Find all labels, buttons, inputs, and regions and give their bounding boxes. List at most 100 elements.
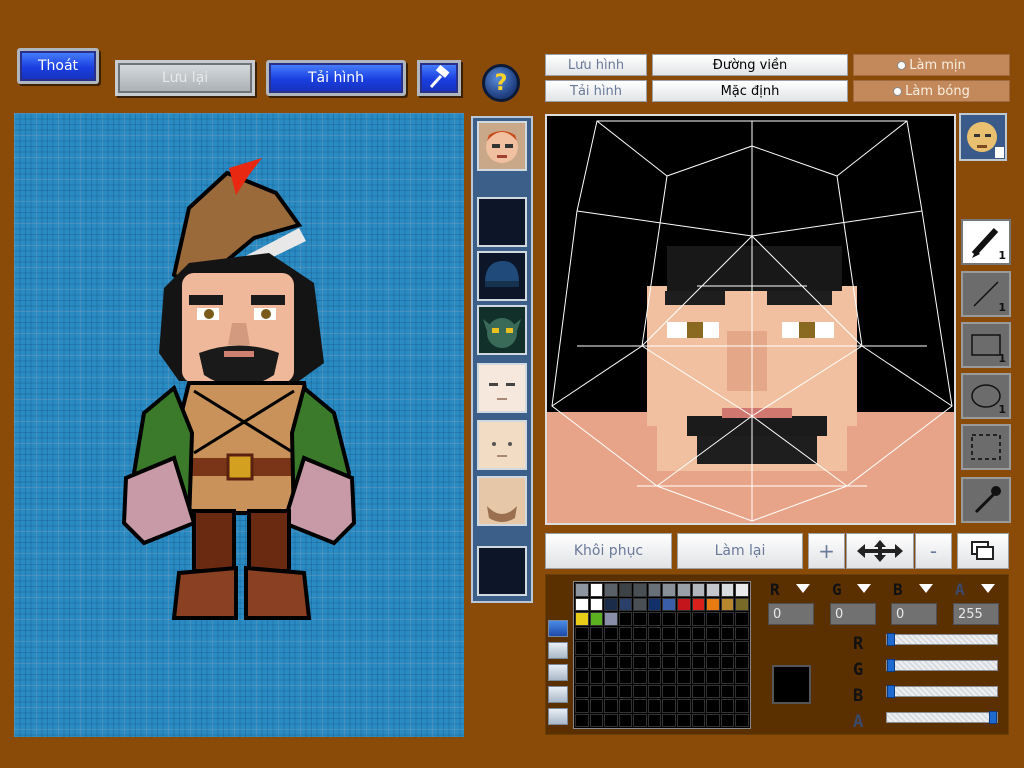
palette-cell[interactable] (633, 699, 647, 713)
palette-cell[interactable] (691, 612, 706, 626)
palette-cell[interactable] (662, 626, 677, 640)
pen-tool[interactable]: 1 (961, 219, 1011, 265)
palette-cell[interactable] (575, 612, 589, 626)
palette-tab-5[interactable] (548, 708, 568, 725)
palette-cell[interactable] (589, 655, 604, 669)
palette-cell[interactable] (691, 655, 706, 669)
palette-cell[interactable] (575, 655, 589, 669)
a-slider[interactable] (886, 711, 998, 724)
palette-cell[interactable] (618, 699, 633, 713)
b-slider-thumb[interactable] (887, 685, 895, 698)
palette-cell[interactable] (575, 626, 589, 640)
palette-cell[interactable] (735, 597, 749, 611)
palette-cell[interactable] (647, 655, 662, 669)
palette-cell[interactable] (604, 641, 618, 655)
palette-cell[interactable] (633, 670, 647, 684)
palette-cell[interactable] (706, 641, 720, 655)
character-preview[interactable] (14, 113, 464, 737)
r-slider[interactable] (886, 633, 998, 646)
palette-cell[interactable] (662, 684, 677, 698)
palette-cell[interactable] (604, 713, 618, 727)
palette-cell[interactable] (589, 670, 604, 684)
palette-cell[interactable] (720, 641, 735, 655)
save-image-button[interactable]: Lưu hình (545, 54, 647, 76)
palette-cell[interactable] (735, 684, 749, 698)
palette-cell[interactable] (633, 641, 647, 655)
palette-cell[interactable] (589, 684, 604, 698)
palette-cell[interactable] (662, 583, 677, 597)
rectangle-tool[interactable]: 1 (961, 322, 1011, 368)
palette-cell[interactable] (647, 641, 662, 655)
palette-cell[interactable] (706, 597, 720, 611)
thumb-face-beard[interactable] (477, 476, 527, 526)
palette-cell[interactable] (677, 655, 691, 669)
palette-cell[interactable] (604, 670, 618, 684)
palette-cell[interactable] (706, 699, 720, 713)
palette-cell[interactable] (604, 626, 618, 640)
palette-cell[interactable] (677, 583, 691, 597)
palette-cell[interactable] (735, 699, 749, 713)
thumb-empty-2[interactable] (477, 546, 527, 596)
r-value-field[interactable]: 0 (768, 603, 814, 625)
palette-cell[interactable] (691, 670, 706, 684)
restore-button[interactable]: Khôi phục (545, 533, 672, 569)
palette-cell[interactable] (575, 597, 589, 611)
palette-cell[interactable] (575, 641, 589, 655)
palette-cell[interactable] (662, 612, 677, 626)
current-part-thumbnail[interactable] (959, 113, 1007, 161)
palette-cell[interactable] (735, 670, 749, 684)
palette-cell[interactable] (618, 655, 633, 669)
palette-cell[interactable] (662, 670, 677, 684)
palette-cell[interactable] (720, 684, 735, 698)
palette-cell[interactable] (618, 684, 633, 698)
palette-cell[interactable] (589, 626, 604, 640)
palette-cell[interactable] (618, 713, 633, 727)
save-button[interactable]: Lưu lại (115, 60, 255, 96)
thumb-hero-face[interactable] (477, 121, 527, 171)
palette-cell[interactable] (618, 612, 633, 626)
g-value-field[interactable]: 0 (830, 603, 876, 625)
palette-cell[interactable] (618, 626, 633, 640)
palette-cell[interactable] (720, 626, 735, 640)
palette-cell[interactable] (647, 626, 662, 640)
palette-cell[interactable] (677, 597, 691, 611)
palette-cell[interactable] (720, 655, 735, 669)
hammer-button[interactable] (417, 60, 461, 96)
palette-cell[interactable] (662, 699, 677, 713)
palette-cell[interactable] (633, 713, 647, 727)
exit-button[interactable]: Thoát (17, 48, 99, 84)
selection-tool[interactable] (961, 424, 1011, 470)
palette-cell[interactable] (735, 655, 749, 669)
palette-cell[interactable] (677, 699, 691, 713)
palette-cell[interactable] (662, 713, 677, 727)
palette-cell[interactable] (604, 612, 618, 626)
palette-cell[interactable] (706, 612, 720, 626)
palette-cell[interactable] (662, 641, 677, 655)
r-dropdown-icon[interactable] (796, 584, 810, 593)
palette-cell[interactable] (589, 641, 604, 655)
palette-cell[interactable] (691, 684, 706, 698)
line-tool[interactable]: 1 (961, 271, 1011, 317)
palette-cell[interactable] (589, 583, 604, 597)
layer-button[interactable] (957, 533, 1009, 569)
palette-cell[interactable] (735, 626, 749, 640)
palette-cell[interactable] (677, 612, 691, 626)
palette-cell[interactable] (735, 713, 749, 727)
palette-cell[interactable] (618, 597, 633, 611)
palette-cell[interactable] (647, 670, 662, 684)
palette-cell[interactable] (589, 597, 604, 611)
palette-cell[interactable] (720, 699, 735, 713)
thumb-empty-1[interactable] (477, 197, 527, 247)
palette-cell[interactable] (647, 713, 662, 727)
palette-cell[interactable] (691, 641, 706, 655)
palette-cell[interactable] (706, 583, 720, 597)
palette-cell[interactable] (735, 641, 749, 655)
palette-cell[interactable] (677, 641, 691, 655)
palette-tab-1[interactable] (548, 620, 568, 637)
palette-cell[interactable] (647, 583, 662, 597)
smooth-radio[interactable]: Làm mịn (853, 54, 1010, 76)
palette-cell[interactable] (633, 684, 647, 698)
thumb-face-white[interactable] (477, 363, 527, 413)
palette-cell[interactable] (735, 583, 749, 597)
help-icon[interactable]: ? (482, 64, 520, 102)
